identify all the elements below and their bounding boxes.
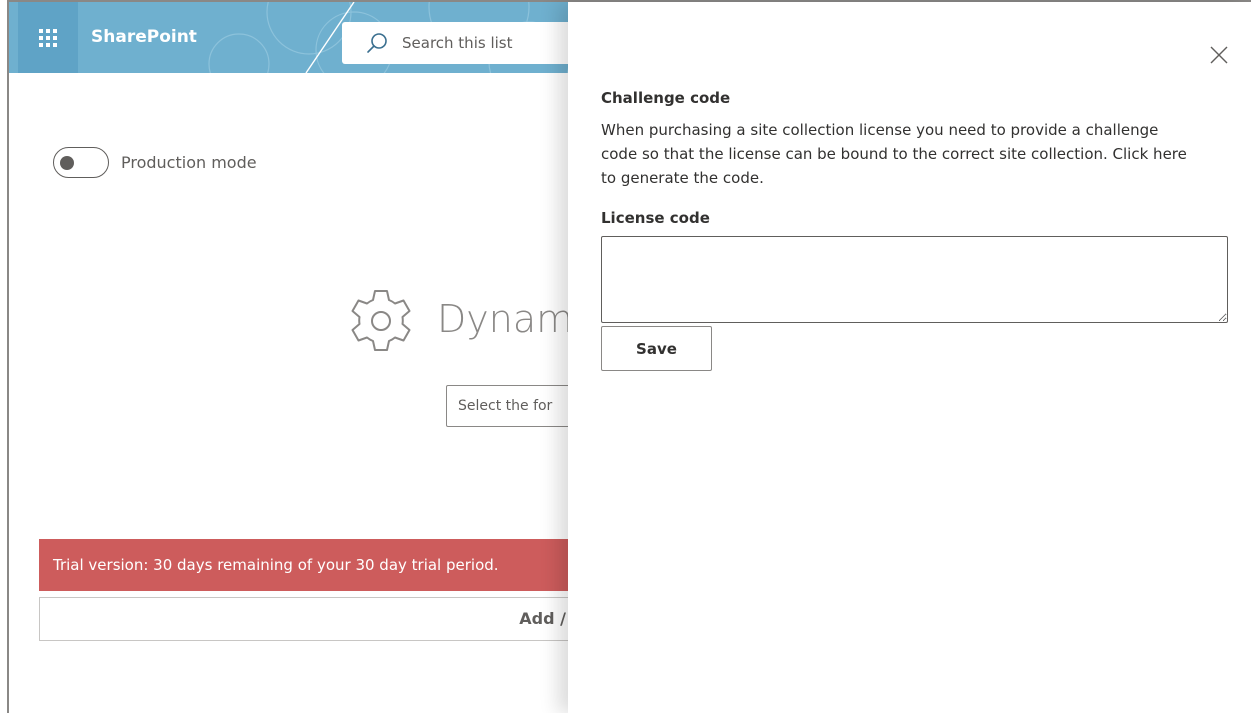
- app-launcher-button[interactable]: [18, 2, 78, 73]
- add-button[interactable]: Add /: [39, 597, 579, 641]
- license-code-title: License code: [601, 209, 710, 227]
- window-frame-left: [7, 0, 9, 713]
- license-code-input[interactable]: [601, 236, 1228, 323]
- search-box[interactable]: [342, 22, 569, 64]
- search-icon: [367, 33, 387, 53]
- challenge-code-description[interactable]: When purchasing a site collection licens…: [601, 118, 1191, 190]
- production-mode-toggle-row: Production mode: [53, 147, 257, 178]
- toggle-knob: [60, 156, 74, 170]
- trial-banner: Trial version: 30 days remaining of your…: [39, 539, 579, 591]
- close-icon[interactable]: [1210, 46, 1228, 64]
- search-input[interactable]: [402, 34, 569, 52]
- challenge-code-title: Challenge code: [601, 89, 731, 107]
- production-mode-label: Production mode: [121, 153, 257, 172]
- production-mode-toggle[interactable]: [53, 147, 109, 178]
- brand-link[interactable]: SharePoint: [91, 2, 197, 73]
- suite-bar: SharePoint: [9, 2, 569, 73]
- license-panel: Challenge code When purchasing a site co…: [568, 2, 1251, 713]
- waffle-icon: [39, 28, 57, 47]
- save-button[interactable]: Save: [601, 326, 712, 371]
- gear-icon: [351, 290, 411, 351]
